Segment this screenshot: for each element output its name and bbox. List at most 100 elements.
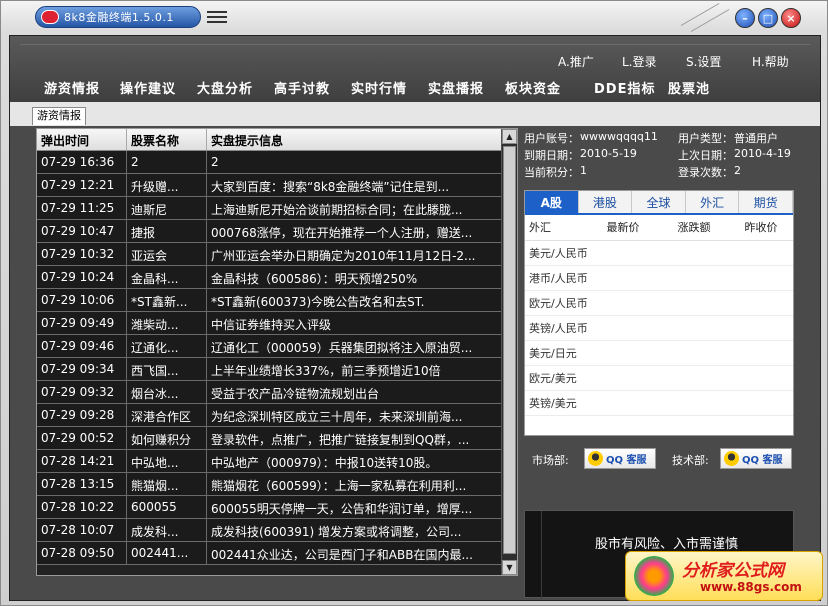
row-time: 07-29 09:34	[37, 358, 127, 380]
last-date-label: 上次日期：	[678, 149, 733, 162]
row-time: 07-29 09:32	[37, 381, 127, 403]
nav-realtime[interactable]: 实时行情	[351, 78, 407, 97]
row-stock-name: 深港合作区	[127, 404, 207, 426]
nav-sector-funds[interactable]: 板块资金	[505, 78, 561, 97]
quote-row[interactable]: 欧元/美元	[525, 366, 793, 391]
nav-stock-pool[interactable]: 股票池	[668, 78, 710, 97]
table-row[interactable]: 07-29 09:32 烟台冰... 受益于农产品冷链物流规划出台	[37, 381, 503, 404]
quote-col-latest: 最新价	[606, 221, 640, 234]
table-row[interactable]: 07-29 09:28 深港合作区 为纪念深圳特区成立三十周年，未来深圳前海...	[37, 404, 503, 427]
table-row[interactable]: 07-29 10:32 亚运会 广州亚运会举办日期确定为2010年11月12日-2.…	[37, 243, 503, 266]
row-info: 受益于农产品冷链物流规划出台	[207, 381, 503, 403]
nav-market-analysis[interactable]: 大盘分析	[197, 78, 253, 97]
quote-panel: A股 港股 全球 外汇 期货 外汇 最新价 涨跌额 昨收价 美元/人民币 港币/人…	[524, 190, 794, 436]
quote-row[interactable]: 英镑/美元	[525, 391, 793, 416]
flower-logo-icon	[634, 556, 674, 596]
table-row[interactable]: 07-29 10:24 金晶科... 金晶科技（600586）：明天预增250%	[37, 266, 503, 289]
row-info: 000768涨停，现在开始推荐一个人注册，赠送...	[207, 220, 503, 242]
table-row[interactable]: 07-29 10:47 捷报 000768涨停，现在开始推荐一个人注册，赠送...	[37, 220, 503, 243]
tech-qq-button[interactable]: QQ 客服	[720, 448, 792, 469]
quote-row[interactable]: 港币/人民币	[525, 266, 793, 291]
row-stock-name: 金晶科...	[127, 266, 207, 288]
table-row[interactable]: 07-28 14:21 中弘地... 中弘地产（000979）：中报10送转10股。	[37, 450, 503, 473]
row-stock-name: 2	[127, 151, 207, 173]
user-info: 用户账号： wwwwqqqq11 用户类型： 普通用户 到期日期： 2010-5…	[524, 128, 802, 186]
minimize-icon[interactable]: –	[735, 8, 755, 28]
market-qq-button[interactable]: QQ 客服	[584, 448, 656, 469]
link-settings[interactable]: S.设置	[686, 53, 721, 70]
row-time: 07-29 10:47	[37, 220, 127, 242]
quote-tab-a-share[interactable]: A股	[525, 191, 579, 213]
table-row[interactable]: 07-28 10:22 600055 600055明天停牌一天，公告和华润订单，增厚…	[37, 496, 503, 519]
col-header-time[interactable]: 弹出时间	[37, 129, 127, 150]
row-info: 大家到百度：搜索“8k8金融终端”记住是到...	[207, 174, 503, 196]
nav-expert[interactable]: 高手讨教	[274, 78, 330, 97]
nav-live-report[interactable]: 实盘播报	[428, 78, 484, 97]
table-row[interactable]: 07-29 11:25 迪斯尼 上海迪斯尼开始洽谈前期招标合同；在此滕胧...	[37, 197, 503, 220]
row-stock-name: 烟台冰...	[127, 381, 207, 403]
close-icon[interactable]: ×	[781, 8, 801, 28]
link-promote[interactable]: A.推广	[558, 53, 594, 70]
quote-tab-futures[interactable]: 期货	[739, 191, 793, 213]
restore-icon[interactable]: □	[758, 8, 778, 28]
col-header-info[interactable]: 实盘提示信息	[207, 129, 503, 150]
expire-value: 2010-5-19	[580, 147, 637, 160]
quote-row[interactable]: 美元/人民币	[525, 241, 793, 266]
row-time: 07-29 16:36	[37, 151, 127, 173]
row-info: 600055明天停牌一天，公告和华润订单，增厚...	[207, 496, 503, 518]
quote-row[interactable]: 英镑/人民币	[525, 316, 793, 341]
link-help[interactable]: H.帮助	[752, 53, 789, 70]
row-info: 熊猫烟花（600599）：上海一家私募在利用利...	[207, 473, 503, 495]
titlebar-decoration	[680, 3, 730, 32]
points-label: 当前积分：	[524, 166, 579, 179]
row-stock-name: 中弘地...	[127, 450, 207, 472]
nav-advice[interactable]: 操作建议	[120, 78, 176, 97]
quote-tab-hk[interactable]: 港股	[579, 191, 633, 213]
row-info: 上半年业绩增长337%，前三季预增近10倍	[207, 358, 503, 380]
quote-tab-global[interactable]: 全球	[632, 191, 686, 213]
market-dept-label: 市场部:	[532, 454, 569, 467]
table-row[interactable]: 07-29 16:36 2 2	[37, 151, 503, 174]
quote-row[interactable]: 欧元/人民币	[525, 291, 793, 316]
col-header-name[interactable]: 股票名称	[127, 129, 207, 150]
table-row[interactable]: 07-29 09:49 潍柴动... 中信证券维持买入评级	[37, 312, 503, 335]
row-info: 上海迪斯尼开始洽谈前期招标合同；在此滕胧...	[207, 197, 503, 219]
news-table: 弹出时间 股票名称 实盘提示信息 07-29 16:36 2 2 07-29 12:2…	[36, 128, 518, 576]
tab-hot-money[interactable]: 游资情报	[32, 107, 86, 125]
table-row[interactable]: 07-28 09:50 002441... 002441众业达，公司是西门子和ABB…	[37, 542, 503, 565]
row-stock-name: 成发科...	[127, 519, 207, 541]
top-menu: A.推广 L.登录 S.设置 H.帮助 游资情报 操作建议 大盘分析 高手讨教 …	[10, 36, 820, 102]
table-row[interactable]: 07-29 00:52 如何赚积分 登录软件，点推广，把推广链接复制到QQ群，...	[37, 427, 503, 450]
quote-col-change: 涨跌额	[677, 221, 711, 234]
table-row[interactable]: 07-28 13:15 熊猫烟... 熊猫烟花（600599）：上海一家私募在利用利…	[37, 473, 503, 496]
qq-icon	[724, 451, 739, 466]
quote-tab-forex[interactable]: 外汇	[686, 191, 740, 213]
quote-rows: 美元/人民币 港币/人民币 欧元/人民币 英镑/人民币 美元/日元 欧元/美元 英镑/美元	[525, 241, 793, 416]
app-title[interactable]: 8k8金融终端1.5.0.1	[35, 6, 201, 28]
table-scrollbar[interactable]: ▲ ▼	[501, 129, 517, 575]
user-type-label: 用户类型：	[678, 132, 733, 145]
row-info: 002441众业达，公司是西门子和ABB在国内最...	[207, 542, 503, 564]
table-row[interactable]: 07-29 10:06 *ST鑫新... *ST鑫新(600373)今晚公告改名和去…	[37, 289, 503, 312]
link-login[interactable]: L.登录	[622, 53, 657, 70]
right-panel: 用户账号： wwwwqqqq11 用户类型： 普通用户 到期日期： 2010-5…	[524, 128, 802, 599]
row-stock-name: 潍柴动...	[127, 312, 207, 334]
account-value: wwwwqqqq11	[580, 130, 658, 143]
logins-label: 登录次数：	[678, 166, 733, 179]
scroll-up-icon[interactable]: ▲	[502, 129, 517, 144]
nav-dde[interactable]: DDE指标	[594, 78, 655, 97]
table-row[interactable]: 07-29 09:46 辽通化... 辽通化工（000059）兵器集团拟将注入原油贸…	[37, 335, 503, 358]
table-row[interactable]: 07-29 09:34 西飞国... 上半年业绩增长337%，前三季预增近10倍	[37, 358, 503, 381]
quote-row[interactable]: 美元/日元	[525, 341, 793, 366]
row-time: 07-29 09:46	[37, 335, 127, 357]
menu-icon[interactable]	[207, 11, 227, 23]
row-stock-name: 002441...	[127, 542, 207, 564]
table-row[interactable]: 07-29 12:21 升级赠... 大家到百度：搜索“8k8金融终端”记住是到..…	[37, 174, 503, 197]
logins-value: 2	[734, 164, 741, 177]
quote-header: 外汇 最新价 涨跌额 昨收价	[525, 215, 793, 241]
nav-hot-money[interactable]: 游资情报	[44, 78, 100, 97]
table-row[interactable]: 07-28 10:07 成发科... 成发科技(600391) 增发方案或将调整，公…	[37, 519, 503, 542]
row-time: 07-28 10:07	[37, 519, 127, 541]
scroll-down-icon[interactable]: ▼	[502, 560, 517, 575]
scroll-thumb[interactable]	[503, 146, 516, 554]
